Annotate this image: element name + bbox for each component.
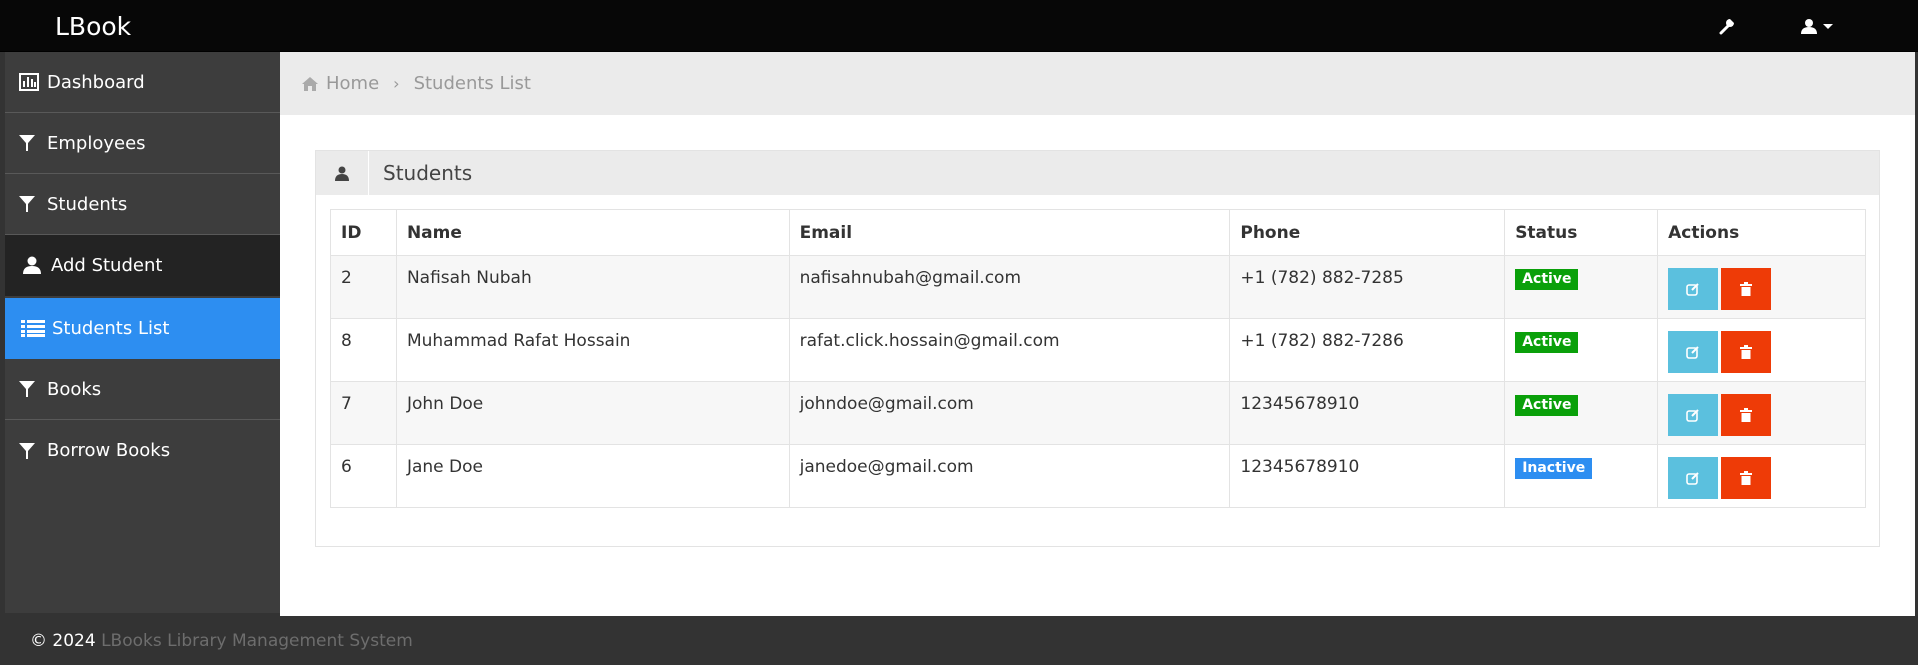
students-panel: Students ID Name Email Phone Status Acti…	[315, 150, 1880, 547]
cell-id: 6	[330, 444, 397, 508]
sidebar-item-add-student[interactable]: Add Student	[5, 235, 280, 296]
user-menu-button[interactable]	[1800, 14, 1833, 38]
trash-icon	[1740, 408, 1753, 422]
table-header-row: ID Name Email Phone Status Actions	[330, 209, 1866, 256]
filter-icon	[19, 442, 45, 460]
trash-icon	[1740, 282, 1753, 296]
system-name-link[interactable]: LBooks Library Management System	[101, 631, 413, 651]
students-table: ID Name Email Phone Status Actions 2 Naf…	[330, 209, 1866, 508]
edit-button[interactable]	[1668, 394, 1719, 436]
user-icon	[316, 151, 369, 195]
cell-name: Nafisah Nubah	[395, 255, 790, 319]
table-row: 2 Nafisah Nubah nafisahnubah@gmail.com +…	[330, 255, 1866, 319]
sidebar-item-students[interactable]: Students	[5, 174, 280, 235]
status-badge: Inactive	[1515, 458, 1593, 479]
sidebar-item-label: Students List	[52, 317, 170, 339]
table-row: 6 Jane Doe janedoe@gmail.com 12345678910…	[330, 444, 1866, 508]
cell-id: 8	[330, 318, 397, 382]
edit-icon	[1686, 346, 1699, 359]
top-navbar: LBook	[0, 0, 1918, 52]
sidebar-item-books[interactable]: Books	[5, 359, 280, 420]
edit-button[interactable]	[1668, 457, 1719, 499]
delete-button[interactable]	[1721, 457, 1772, 499]
brand-logo[interactable]: LBook	[55, 12, 131, 41]
trash-icon	[1740, 345, 1753, 359]
filter-icon	[19, 380, 45, 398]
breadcrumb: Home › Students List	[302, 73, 531, 94]
cell-phone: 12345678910	[1229, 381, 1506, 445]
footer: © 2024 LBooks Library Management System	[30, 631, 413, 651]
sidebar-item-label: Books	[47, 378, 102, 400]
user-icon	[1801, 19, 1817, 34]
filter-icon	[19, 195, 45, 213]
cell-email: nafisahnubah@gmail.com	[788, 255, 1231, 319]
sidebar-item-borrow-books[interactable]: Borrow Books	[5, 420, 280, 481]
user-icon	[23, 256, 49, 275]
cell-actions	[1657, 318, 1866, 382]
table-row: 8 Muhammad Rafat Hossain rafat.click.hos…	[330, 318, 1866, 382]
panel-header: Students	[316, 151, 1879, 195]
column-header-status: Status	[1504, 209, 1659, 256]
breadcrumb-home-link[interactable]: Home	[326, 73, 379, 94]
cell-status: Active	[1504, 318, 1659, 382]
cell-status: Active	[1504, 255, 1659, 319]
column-header-actions: Actions	[1657, 209, 1866, 256]
bar-chart-icon	[19, 73, 45, 91]
edit-button[interactable]	[1668, 268, 1719, 310]
cell-email: janedoe@gmail.com	[788, 444, 1231, 508]
panel-title: Students	[383, 161, 473, 185]
copyright-text: © 2024	[30, 631, 96, 651]
cell-id: 7	[330, 381, 397, 445]
cell-status: Active	[1504, 381, 1659, 445]
cell-email: rafat.click.hossain@gmail.com	[788, 318, 1231, 382]
edit-icon	[1686, 283, 1699, 296]
sidebar-item-label: Borrow Books	[47, 440, 171, 461]
chevron-right-icon: ›	[393, 74, 400, 93]
cell-actions	[1657, 381, 1866, 445]
status-badge: Active	[1515, 395, 1579, 416]
column-header-phone: Phone	[1229, 209, 1506, 256]
wrench-icon	[1719, 19, 1734, 35]
edit-icon	[1686, 472, 1699, 485]
delete-button[interactable]	[1721, 394, 1772, 436]
cell-phone: 12345678910	[1229, 444, 1506, 508]
cell-name: Muhammad Rafat Hossain	[395, 318, 790, 382]
column-header-id: ID	[330, 209, 397, 256]
cell-actions	[1657, 255, 1866, 319]
cell-name: John Doe	[395, 381, 790, 445]
breadcrumb-current: Students List	[413, 73, 531, 94]
sidebar-item-label: Dashboard	[47, 71, 145, 93]
cell-email: johndoe@gmail.com	[788, 381, 1231, 445]
status-badge: Active	[1515, 332, 1579, 353]
table-row: 7 John Doe johndoe@gmail.com 12345678910…	[330, 381, 1866, 445]
cell-phone: +1 (782) 882-7285	[1229, 255, 1506, 319]
sidebar-item-label: Students	[47, 193, 128, 215]
trash-icon	[1740, 471, 1753, 485]
cell-id: 2	[330, 255, 397, 319]
column-header-name: Name	[395, 209, 790, 256]
sidebar-item-label: Add Student	[51, 254, 163, 276]
edit-icon	[1686, 409, 1699, 422]
filter-icon	[19, 134, 45, 152]
sidebar-item-students-list[interactable]: Students List	[5, 298, 280, 359]
settings-button[interactable]	[1718, 14, 1736, 38]
chevron-down-icon	[1823, 23, 1833, 29]
edit-button[interactable]	[1668, 331, 1719, 373]
sidebar: Dashboard Employees Students Add Student…	[5, 52, 280, 613]
delete-button[interactable]	[1721, 331, 1772, 373]
status-badge: Active	[1515, 269, 1579, 290]
breadcrumb-bar: Home › Students List	[280, 52, 1915, 115]
sidebar-item-employees[interactable]: Employees	[5, 113, 280, 174]
cell-phone: +1 (782) 882-7286	[1229, 318, 1506, 382]
main-content: Home › Students List Students ID Name Em…	[280, 52, 1915, 616]
delete-button[interactable]	[1721, 268, 1772, 310]
cell-name: Jane Doe	[395, 444, 790, 508]
list-icon	[21, 319, 47, 337]
cell-actions	[1657, 444, 1866, 508]
home-icon	[302, 76, 318, 91]
sidebar-item-dashboard[interactable]: Dashboard	[5, 52, 280, 113]
column-header-email: Email	[788, 209, 1231, 256]
cell-status: Inactive	[1504, 444, 1659, 508]
sidebar-item-label: Employees	[47, 132, 146, 154]
